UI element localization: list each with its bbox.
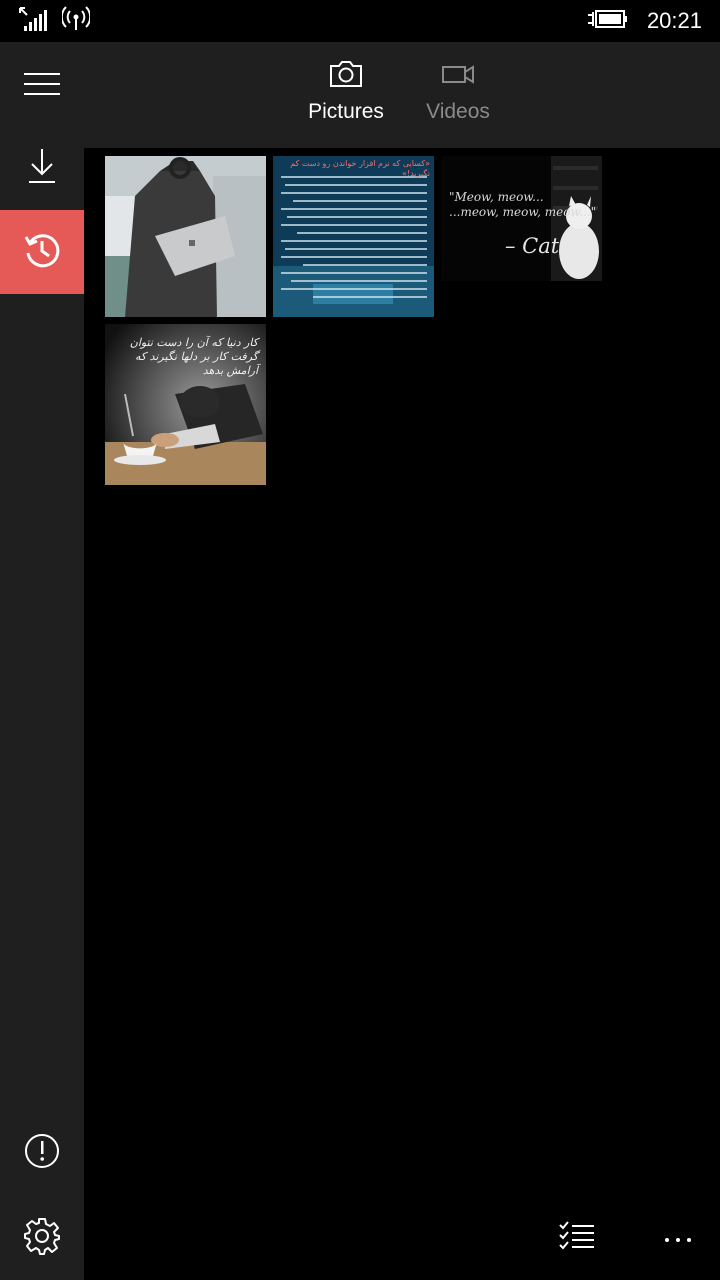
sidebar xyxy=(0,42,84,1280)
hamburger-button[interactable] xyxy=(0,44,84,128)
tab-videos[interactable]: Videos xyxy=(398,60,518,124)
history-icon xyxy=(23,231,61,273)
sidebar-item-info[interactable] xyxy=(0,1111,84,1195)
man-with-laptop-photo[interactable] xyxy=(105,156,266,317)
sidebar-item-downloads[interactable] xyxy=(0,126,84,210)
tab-pictures-label: Pictures xyxy=(308,100,384,123)
hamburger-icon xyxy=(24,72,60,100)
more-icon xyxy=(663,1229,693,1248)
camera-icon xyxy=(329,61,363,92)
select-button[interactable] xyxy=(547,1208,607,1268)
wifi-icon xyxy=(60,6,92,36)
tab-videos-label: Videos xyxy=(426,100,490,123)
cat-quote-image[interactable]: "Meow, meow... ...meow, meow, meow..." –… xyxy=(441,156,602,317)
select-list-icon xyxy=(558,1221,596,1255)
clock: 20:21 xyxy=(646,8,702,33)
sidebar-item-settings[interactable] xyxy=(0,1196,84,1280)
download-icon xyxy=(27,148,57,188)
poster-title: «کسایی که نرم افزار خواندن رو دست کم نگی… xyxy=(290,159,430,178)
battery-charging-icon xyxy=(587,6,629,36)
persian-text-poster[interactable]: «کسایی که نرم افزار خواندن رو دست کم نگی… xyxy=(273,156,434,317)
cat-quote-text: "Meow, meow... ...meow, meow, meow..." xyxy=(449,190,597,219)
sidebar-item-history[interactable] xyxy=(0,210,84,294)
video-camera-icon xyxy=(441,65,475,92)
status-bar: 20:21 xyxy=(0,0,720,42)
sleeping-photo-caption: کار دنیا که آن را دست نتوان گرفت کار بر … xyxy=(129,336,258,377)
cat-quote-attribution: – Cat xyxy=(505,234,560,258)
tab-pictures[interactable]: Pictures xyxy=(286,60,406,124)
more-button[interactable] xyxy=(648,1208,708,1268)
media-type-pivot: Pictures Videos xyxy=(84,42,720,148)
info-icon xyxy=(24,1133,60,1173)
man-sleeping-desk-photo[interactable]: کار دنیا که آن را دست نتوان گرفت کار بر … xyxy=(105,324,266,485)
signal-icon xyxy=(18,6,48,36)
gear-icon xyxy=(23,1217,61,1259)
